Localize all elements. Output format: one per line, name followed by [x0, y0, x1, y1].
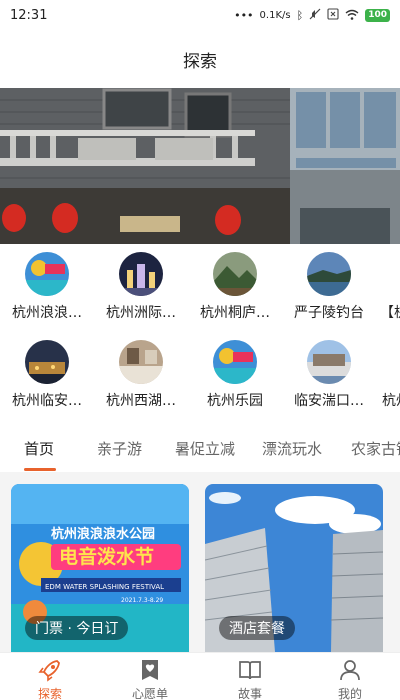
card-tag: 门票 · 今日订 — [25, 616, 129, 640]
hero-banner[interactable] — [0, 88, 400, 244]
poster-title: 杭州浪浪浪水公园 — [51, 526, 155, 542]
destination-grid-row-1: 杭州浪浪… 杭州洲际… 杭州桐庐… 严子陵钓台 【杭 — [0, 252, 400, 342]
nav-stories[interactable]: 故事 — [210, 657, 290, 700]
tab-villages[interactable]: 农家古镇 — [351, 438, 400, 459]
poster-subtitle: 电音泼水节 — [59, 545, 154, 568]
nav-profile[interactable]: 我的 — [310, 657, 390, 700]
nav-label: 探索 — [37, 687, 62, 700]
destination-label: 杭州洲际… — [106, 305, 176, 321]
bluetooth-icon: ᛒ — [296, 8, 304, 22]
destination-label: 杭州西湖… — [106, 393, 176, 409]
book-icon — [239, 661, 261, 680]
bottom-nav: 探索 心愿单 故事 我的 — [0, 652, 400, 700]
destination-label: 杭州桐庐… — [200, 305, 270, 321]
destination-label: 杭州乐园 — [207, 393, 263, 409]
product-card[interactable]: 杭州浪浪浪水公园 电音泼水节 EDM WATER SPLASHING FESTI… — [11, 484, 189, 652]
destination-label: 杭州浪浪… — [12, 305, 82, 321]
nav-label: 我的 — [337, 687, 362, 700]
nav-explore[interactable]: 探索 — [10, 657, 90, 700]
dots-icon: ••• — [234, 8, 254, 22]
wishlist-heart-icon — [142, 660, 158, 680]
destination-item[interactable]: 杭州洲际… — [94, 252, 188, 322]
product-card[interactable]: 酒店套餐 — [205, 484, 383, 652]
poster-date: 2021.7.3-8.29 — [121, 597, 163, 604]
status-time: 12:31 — [10, 7, 48, 23]
lake-thumb — [307, 252, 351, 296]
tab-summer-sale[interactable]: 暑促立减 — [175, 438, 235, 459]
destination-label: 【杭 — [380, 305, 400, 321]
tab-active-indicator — [24, 468, 56, 471]
destination-item[interactable]: 临安湍口… — [282, 340, 376, 410]
destination-item[interactable]: 杭州 — [376, 340, 400, 410]
destination-item[interactable]: 杭州桐庐… — [188, 252, 282, 322]
nav-label: 心愿单 — [131, 687, 168, 700]
destination-item[interactable]: 杭州乐园 — [188, 340, 282, 410]
status-icons: ••• 0.1K/s ᛒ 100 — [234, 8, 390, 22]
destination-label: 杭州 — [382, 393, 400, 409]
close-box-icon — [327, 8, 339, 22]
destination-grid-row-2: 杭州临安… 杭州西湖… 杭州乐园 临安湍口… 杭州 — [0, 340, 400, 430]
tab-rafting[interactable]: 漂流玩水 — [262, 438, 322, 459]
mute-icon — [309, 8, 321, 22]
waterpark-thumb-2 — [213, 340, 257, 384]
page-title: 探索 — [183, 51, 217, 72]
destination-label: 临安湍口… — [294, 393, 364, 409]
rocket-icon — [38, 660, 60, 682]
network-speed: 0.1K/s — [259, 9, 291, 21]
resort-thumb — [307, 340, 351, 384]
status-bar: 12:31 ••• 0.1K/s ᛒ 100 — [0, 0, 400, 30]
hotel-room-thumb — [119, 340, 163, 384]
tab-family[interactable]: 亲子游 — [97, 438, 142, 459]
destination-item[interactable]: 【杭 — [376, 252, 400, 322]
destination-label: 严子陵钓台 — [294, 305, 364, 321]
category-tabs: 首页 亲子游 暑促立减 漂流玩水 农家古镇 — [0, 428, 400, 472]
destination-label: 杭州临安… — [12, 393, 82, 409]
nav-label: 故事 — [237, 687, 262, 700]
destination-item[interactable]: 杭州浪浪… — [0, 252, 94, 322]
destination-item[interactable]: 杭州临安… — [0, 340, 94, 410]
nav-wishlist[interactable]: 心愿单 — [110, 657, 190, 700]
battery-icon: 100 — [365, 8, 390, 22]
card-tag: 酒店套餐 — [219, 616, 295, 640]
poster-english: EDM WATER SPLASHING FESTIVAL — [45, 583, 164, 591]
night-city-thumb — [119, 252, 163, 296]
destination-item[interactable]: 严子陵钓台 — [282, 252, 376, 322]
town-night-thumb — [25, 340, 69, 384]
waterpark-thumb — [25, 252, 69, 296]
wifi-icon — [345, 9, 359, 22]
page-header: 探索 — [0, 30, 400, 88]
banner-image — [0, 88, 400, 244]
user-icon — [340, 660, 360, 681]
mountain-thumb — [213, 252, 257, 296]
tab-home[interactable]: 首页 — [24, 438, 54, 459]
destination-item[interactable]: 杭州西湖… — [94, 340, 188, 410]
